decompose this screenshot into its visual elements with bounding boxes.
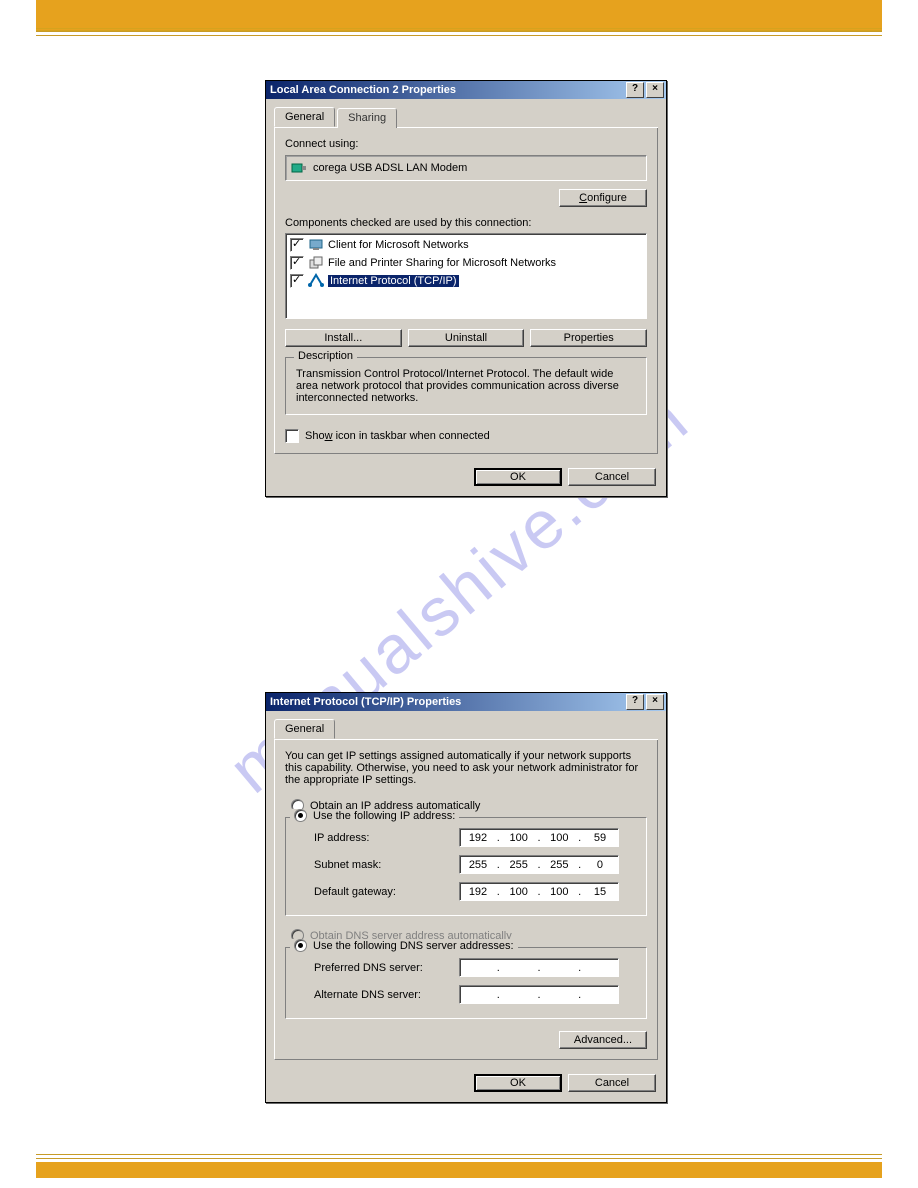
adapter-name: corega USB ADSL LAN Modem xyxy=(313,162,467,174)
checkbox[interactable] xyxy=(290,238,304,252)
tabstrip: General xyxy=(274,719,658,740)
help-button[interactable]: ? xyxy=(626,82,644,98)
properties-button[interactable]: Properties xyxy=(530,329,647,347)
close-button[interactable]: × xyxy=(646,694,664,710)
subnet-label: Subnet mask: xyxy=(314,859,459,871)
cancel-button[interactable]: Cancel xyxy=(568,1074,656,1092)
pref-dns-label: Preferred DNS server: xyxy=(314,962,459,974)
install-button[interactable]: Install... xyxy=(285,329,402,347)
ip-address-input[interactable]: 192.100.100.59 xyxy=(459,828,619,847)
client-icon xyxy=(308,237,324,253)
tab-general[interactable]: General xyxy=(274,719,335,739)
components-label: Components checked are used by this conn… xyxy=(285,217,647,229)
subnet-input[interactable]: 255.255.255.0 xyxy=(459,855,619,874)
header-band xyxy=(36,0,882,31)
list-item[interactable]: Client for Microsoft Networks xyxy=(288,236,644,254)
titlebar[interactable]: Internet Protocol (TCP/IP) Properties ? … xyxy=(266,693,666,711)
item-label-selected: Internet Protocol (TCP/IP) xyxy=(328,275,459,287)
list-item[interactable]: Internet Protocol (TCP/IP) xyxy=(288,272,644,290)
adapter-icon xyxy=(291,160,307,176)
use-dns-radio[interactable] xyxy=(294,939,307,952)
service-icon xyxy=(308,255,324,271)
pref-dns-input[interactable]: ... xyxy=(459,958,619,977)
use-ip-radio[interactable] xyxy=(294,809,307,822)
general-panel: You can get IP settings assigned automat… xyxy=(274,740,658,1060)
description-text: Transmission Control Protocol/Internet P… xyxy=(296,368,636,404)
description-legend: Description xyxy=(294,350,357,362)
ip-group: Use the following IP address: IP address… xyxy=(285,817,647,916)
ok-button[interactable]: OK xyxy=(474,1074,562,1092)
titlebar[interactable]: Local Area Connection 2 Properties ? × xyxy=(266,81,666,99)
dialog-title: Local Area Connection 2 Properties xyxy=(270,84,456,96)
use-ip-label: Use the following IP address: xyxy=(313,810,455,822)
gateway-label: Default gateway: xyxy=(314,886,459,898)
ip-address-label: IP address: xyxy=(314,832,459,844)
description-group: Description Transmission Control Protoco… xyxy=(285,357,647,415)
item-label: File and Printer Sharing for Microsoft N… xyxy=(328,257,556,269)
show-icon-label: Show icon in taskbar when connected xyxy=(305,430,490,442)
ok-button[interactable]: OK xyxy=(474,468,562,486)
dialog-title: Internet Protocol (TCP/IP) Properties xyxy=(270,696,461,708)
general-panel: Connect using: corega USB ADSL LAN Modem… xyxy=(274,128,658,454)
tabstrip: General Sharing xyxy=(274,107,658,128)
connect-using-label: Connect using: xyxy=(285,138,647,150)
configure-button[interactable]: Configure xyxy=(559,189,647,207)
item-label: Client for Microsoft Networks xyxy=(328,239,469,251)
use-dns-label: Use the following DNS server addresses: xyxy=(313,940,514,952)
alt-dns-label: Alternate DNS server: xyxy=(314,989,459,1001)
show-icon-checkbox[interactable] xyxy=(285,429,299,443)
help-button[interactable]: ? xyxy=(626,694,644,710)
dns-group: Use the following DNS server addresses: … xyxy=(285,947,647,1019)
intro-text: You can get IP settings assigned automat… xyxy=(285,750,647,786)
gateway-input[interactable]: 192.100.100.15 xyxy=(459,882,619,901)
alt-dns-input[interactable]: ... xyxy=(459,985,619,1004)
adapter-field: corega USB ADSL LAN Modem xyxy=(285,155,647,181)
tab-sharing[interactable]: Sharing xyxy=(337,108,397,128)
tab-general[interactable]: General xyxy=(274,107,335,127)
close-button[interactable]: × xyxy=(646,82,664,98)
uninstall-button[interactable]: Uninstall xyxy=(408,329,525,347)
advanced-button[interactable]: Advanced... xyxy=(559,1031,647,1049)
document-page: manualshive.com Local Area Connection 2 … xyxy=(0,0,918,1188)
tcpip-properties-dialog: Internet Protocol (TCP/IP) Properties ? … xyxy=(265,692,667,1103)
lan-properties-dialog: Local Area Connection 2 Properties ? × G… xyxy=(265,80,667,497)
cancel-button[interactable]: Cancel xyxy=(568,468,656,486)
checkbox[interactable] xyxy=(290,256,304,270)
protocol-icon xyxy=(308,273,324,289)
footer-band xyxy=(36,1162,882,1178)
checkbox[interactable] xyxy=(290,274,304,288)
components-listbox[interactable]: Client for Microsoft Networks File and P… xyxy=(285,233,647,319)
list-item[interactable]: File and Printer Sharing for Microsoft N… xyxy=(288,254,644,272)
